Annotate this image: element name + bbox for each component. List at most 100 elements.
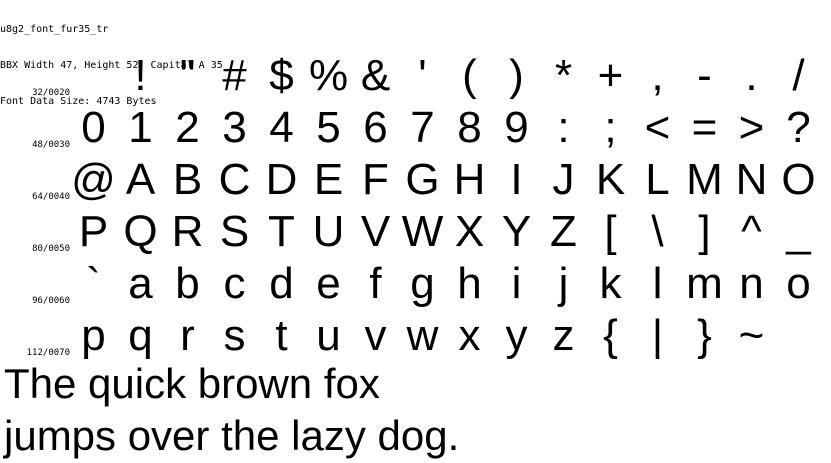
glyph-cell: | [651,311,664,360]
glyph-row: 32/0020 ! " # $% & ' () * +, -. / [0,50,831,102]
glyph-cell: X [454,207,485,256]
glyph-cell: ` [86,259,101,308]
glyph-cell: ^ [741,207,762,256]
glyph-cell: S [219,207,250,256]
glyph-cell: e [316,259,341,308]
glyph-cell: K [595,155,626,204]
glyph-cell: , [651,51,664,100]
glyph-cell: O [781,155,816,204]
glyph-cell: Z [550,207,577,256]
glyph-cell: $ [269,51,294,100]
glyph-cell: v [364,311,387,360]
glyph-cell: g [410,259,435,308]
font-name: u8g2_font_fur35_tr [0,24,109,35]
glyph-cell: C [218,155,251,204]
glyph-cell: N [735,155,768,204]
glyph-cell: d [269,259,294,308]
glyph-cell: T [268,207,295,256]
pangram-line-1: The quick brown fox [4,360,380,407]
glyph-cell: b [175,259,200,308]
glyph-cell: = [691,103,718,152]
glyph-cell: 0 [81,103,106,152]
row-code-label: 32/0020 [32,88,70,98]
glyph-cell: R [171,207,204,256]
glyph-cell: ~ [738,311,765,360]
glyph-cell: B [172,155,203,204]
glyph-cell: c [223,259,246,308]
glyph-cell: ) [509,51,524,100]
glyph-cell: M [686,155,723,204]
glyph-cell: ' [418,51,427,100]
glyph-cell: ! [134,51,147,100]
glyph-cell: ( [462,51,477,100]
glyph-cell: I [510,155,523,204]
glyph-cell: j [558,259,569,308]
row-code-label: 112/0070 [26,348,70,358]
glyph-cell: o [786,259,811,308]
glyph-cell: F [362,155,389,204]
glyph-cell: - [697,51,712,100]
glyph-cell: s [223,311,246,360]
glyph-cell: + [597,51,624,100]
glyph-cell: ; [604,103,617,152]
glyph-cell: 1 [128,103,153,152]
row-code-label: 48/0030 [32,140,70,150]
glyph-cell: y [505,311,528,360]
glyph-cell: k [599,259,622,308]
glyph-cell: 5 [316,103,341,152]
glyph-cell: L [645,155,670,204]
glyph-cell: H [453,155,486,204]
glyph-cell: Q [123,207,158,256]
glyph-cell: . [745,51,758,100]
glyph-cell: % [308,51,349,100]
glyph-cell: x [458,311,481,360]
glyph-row: 96/0060 ` a b c d e f g h i j k l m n o [0,258,831,310]
glyph-cell: { [603,311,618,360]
glyph-cell: \ [651,207,664,256]
glyph-cell: 6 [363,103,388,152]
glyph-cell: h [457,259,482,308]
glyph-cell: z [552,311,575,360]
glyph-cell: D [265,155,298,204]
glyph-cell: * [554,51,573,100]
row-code-label: 96/0060 [32,296,70,306]
glyph-row: 64/0040 @ A B C D E F G H I J K L M N O [0,154,831,206]
glyph-cell [70,50,117,102]
glyph-cell: ] [698,207,711,256]
glyph-cell: W [401,207,444,256]
row-code-label: 80/0050 [32,244,70,254]
glyph-cell: q [128,311,153,360]
glyph-row: 48/0030 0 1 2 3 4 5 6 7 8 9:; < = >? [0,102,831,154]
glyph-cell: > [738,103,765,152]
glyph-row: 80/0050 P Q R S T U V W X Y Z [\] ^ _ [0,206,831,258]
glyph-cell: # [222,51,247,100]
glyph-cell: 4 [269,103,294,152]
glyph-cell: f [369,259,382,308]
glyph-cell: u [316,311,341,360]
glyph-cell: i [511,259,522,308]
glyph-cell: a [128,259,153,308]
glyph-cell: G [405,155,440,204]
glyph-cell: < [644,103,671,152]
glyph-cell: 7 [410,103,435,152]
glyph-cell: : [557,103,570,152]
glyph-cell: " [179,51,196,100]
glyph-cell: t [275,311,288,360]
glyph-cell: E [313,155,344,204]
glyph-cell: ? [786,103,811,152]
glyph-cell: 8 [457,103,482,152]
glyph-cell: } [697,311,712,360]
glyph-cell: P [78,207,109,256]
glyph-cell: 9 [504,103,529,152]
glyph-cell: J [552,155,575,204]
glyph-cell: m [686,259,723,308]
glyph-cell: [ [604,207,617,256]
glyph-cell: n [739,259,764,308]
glyph-cell: _ [786,207,811,256]
glyph-cell: w [406,311,439,360]
glyph-cell: @ [71,155,116,204]
glyph-cell: p [81,311,106,360]
pangram-line-2: jumps over the lazy dog. [4,412,460,459]
glyph-cell: U [312,207,345,256]
glyph-cell: 3 [222,103,247,152]
